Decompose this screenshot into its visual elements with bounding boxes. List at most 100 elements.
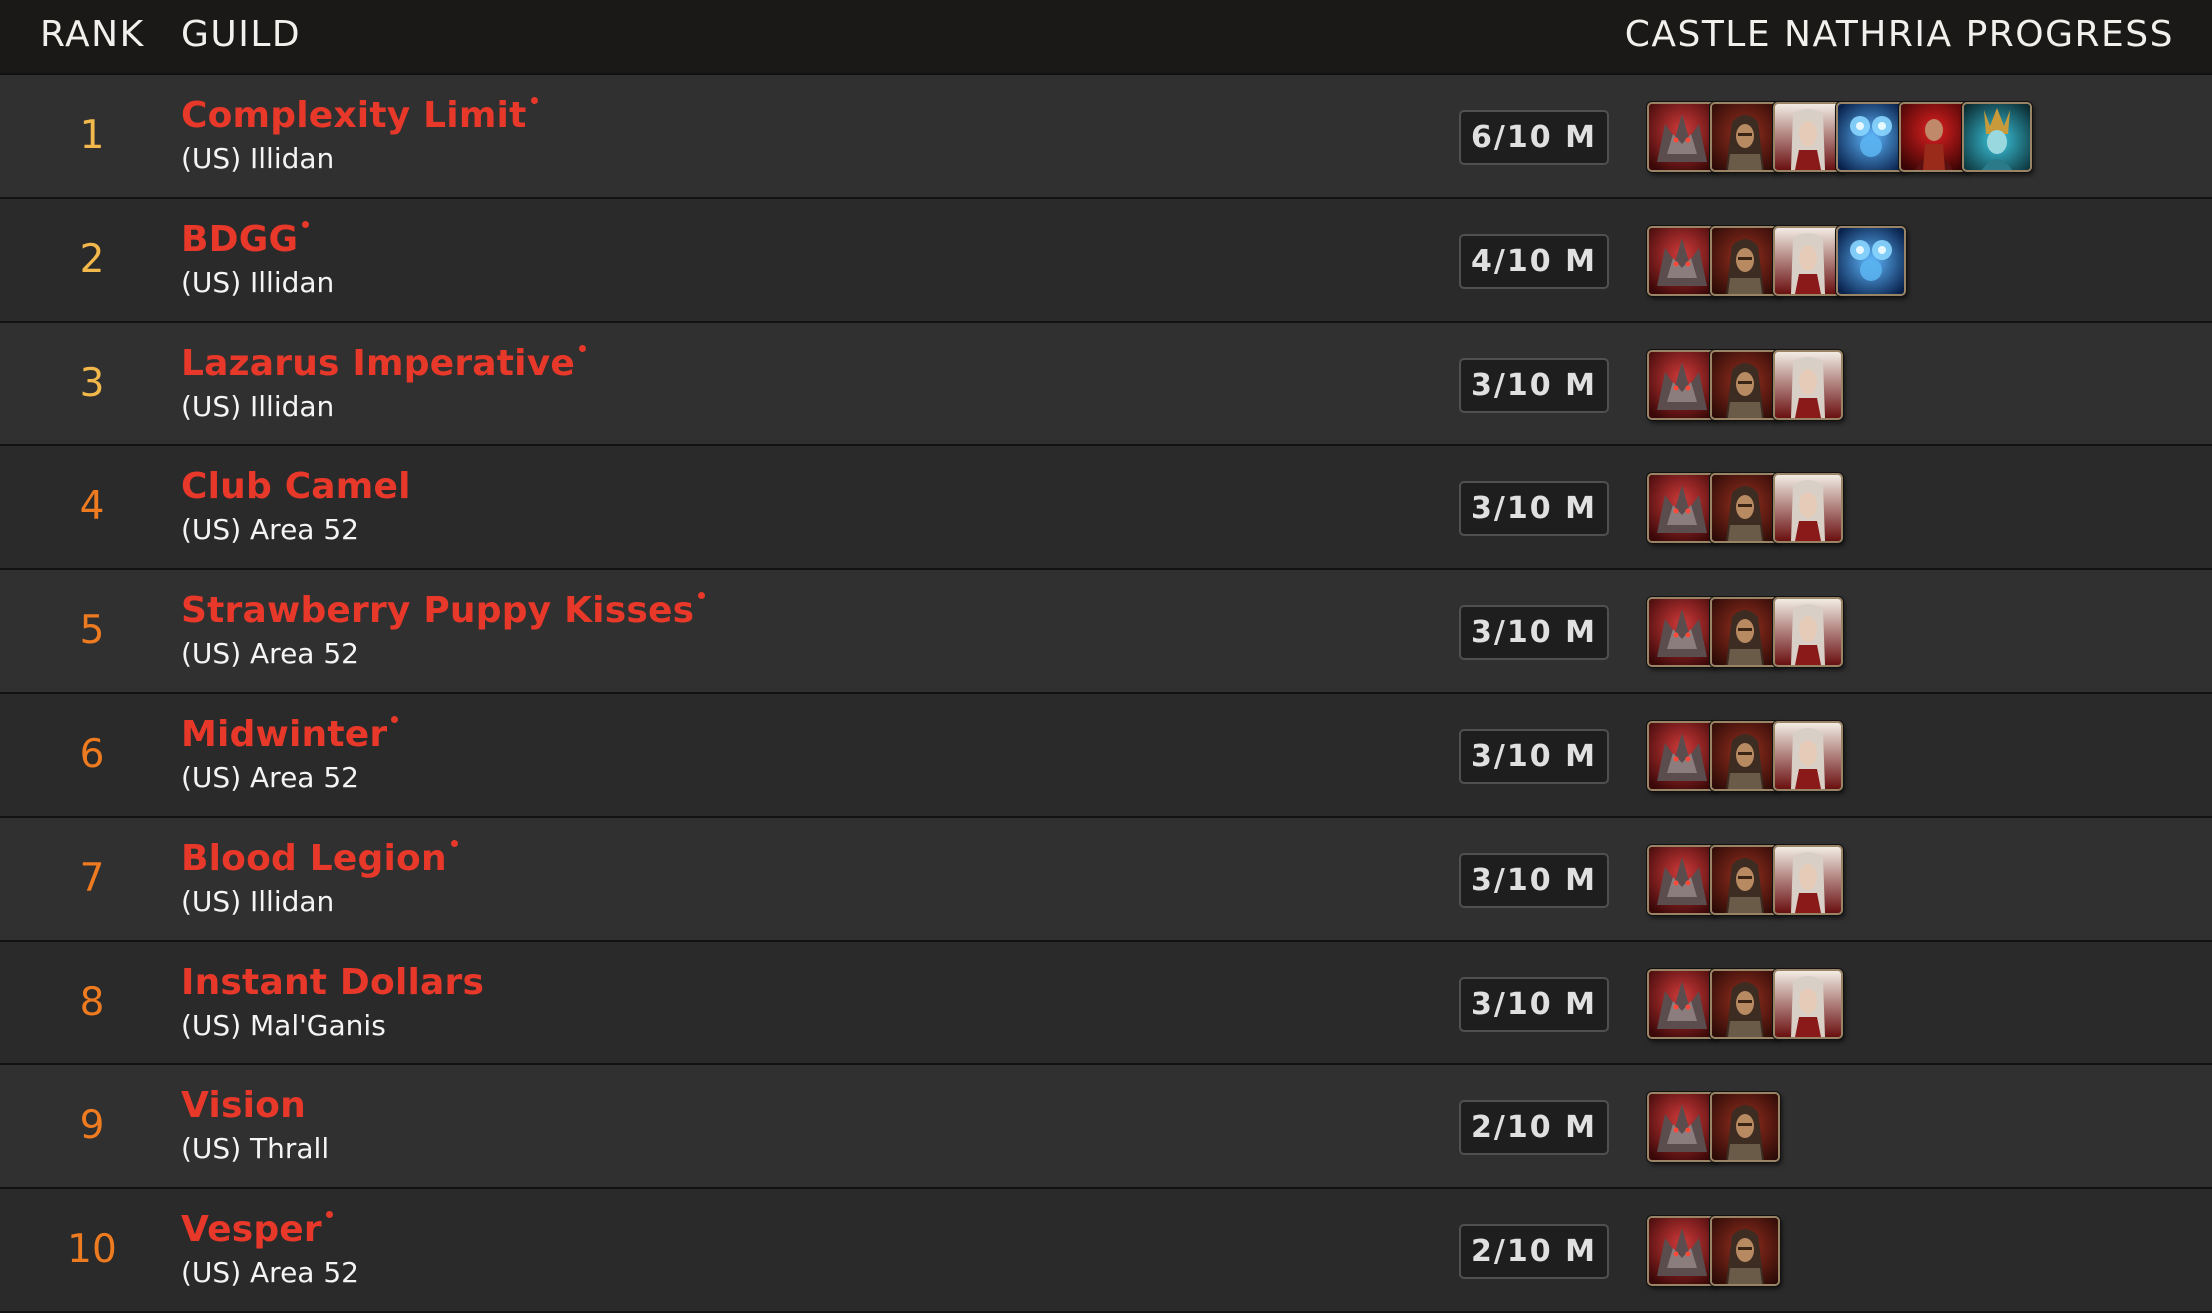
shriekwing-icon[interactable]: [1647, 102, 1717, 172]
shriekwing-icon[interactable]: [1647, 349, 1717, 420]
guild-row[interactable]: 7 Blood Legion (US) Illidan 3/10 M: [0, 817, 2212, 942]
guild-rank: 6: [79, 731, 105, 777]
guild-name-link[interactable]: Blood Legion: [181, 838, 447, 879]
guild-name-link[interactable]: BDGG: [181, 219, 298, 260]
huntsman-altimor-icon[interactable]: [1710, 225, 1780, 296]
progress-badge: 3/10 M: [1459, 728, 1609, 784]
guild-realm: (US) Illidan: [181, 884, 335, 918]
guild-column-header: GUILD: [181, 14, 302, 55]
guild-realm: (US) Area 52: [181, 637, 359, 671]
shriekwing-icon[interactable]: [1647, 844, 1717, 915]
guild-rank: 8: [79, 979, 105, 1025]
guild-realm: (US) Mal'Ganis: [181, 1008, 386, 1042]
sun-kings-salvation-icon[interactable]: [1773, 225, 1843, 296]
guild-realm: (US) Area 52: [181, 760, 359, 794]
guild-name-link[interactable]: Strawberry Puppy Kisses: [181, 590, 694, 631]
guild-marker-icon: [698, 592, 706, 600]
guild-marker-icon: [391, 715, 399, 723]
huntsman-altimor-icon[interactable]: [1710, 349, 1780, 420]
guild-rank: 1: [79, 113, 105, 158]
artificer-xymox-icon[interactable]: [1836, 225, 1906, 296]
guild-row[interactable]: 2 BDGG (US) Illidan 4/10 M: [0, 198, 2212, 323]
sun-kings-salvation-icon[interactable]: [1773, 968, 1843, 1039]
huntsman-altimor-icon[interactable]: [1710, 844, 1780, 915]
progress-badge: 3/10 M: [1459, 357, 1609, 413]
huntsman-altimor-icon[interactable]: [1710, 1216, 1780, 1287]
guild-name-link[interactable]: Complexity Limit: [181, 95, 527, 136]
sun-kings-salvation-icon[interactable]: [1773, 473, 1843, 544]
progress-badge: 3/10 M: [1459, 481, 1609, 537]
guild-name-line: Vision: [181, 1085, 306, 1126]
guild-rank: 7: [79, 855, 105, 901]
guild-name-link[interactable]: Instant Dollars: [181, 962, 484, 1003]
huntsman-altimor-icon[interactable]: [1710, 473, 1780, 544]
guild-row[interactable]: 8 Instant Dollars (US) Mal'Ganis 3/10 M: [0, 941, 2212, 1066]
sun-kings-salvation-icon[interactable]: [1773, 102, 1843, 172]
guild-rank: 10: [67, 1227, 117, 1273]
guild-name-line: Blood Legion: [181, 838, 458, 879]
sun-kings-salvation-icon[interactable]: [1773, 349, 1843, 420]
huntsman-altimor-icon[interactable]: [1710, 1092, 1780, 1163]
guild-name-line: BDGG: [181, 219, 310, 260]
guild-rank: 4: [79, 484, 105, 530]
guild-row[interactable]: 3 Lazarus Imperative (US) Illidan 3/10 M: [0, 322, 2212, 447]
shriekwing-icon[interactable]: [1647, 1092, 1717, 1163]
guild-name-link[interactable]: Midwinter: [181, 714, 387, 755]
rank-column-header: RANK: [40, 14, 145, 55]
guild-name-line: Midwinter: [181, 714, 399, 755]
guild-row[interactable]: 1 Complexity Limit (US) Illidan 6/10 M: [0, 75, 2212, 199]
guild-realm: (US) Illidan: [181, 142, 335, 175]
shriekwing-icon[interactable]: [1647, 1216, 1717, 1287]
guild-marker-icon: [579, 344, 586, 352]
guild-rank: 2: [79, 236, 105, 282]
shriekwing-icon[interactable]: [1647, 473, 1717, 544]
guild-realm: (US) Illidan: [181, 389, 335, 423]
guild-row[interactable]: 6 Midwinter (US) Area 52 3/10 M: [0, 693, 2212, 818]
guild-name-line: Strawberry Puppy Kisses: [181, 590, 706, 631]
shriekwing-icon[interactable]: [1647, 968, 1717, 1039]
guild-rank: 9: [79, 1103, 105, 1149]
huntsman-altimor-icon[interactable]: [1710, 597, 1780, 668]
huntsman-altimor-icon[interactable]: [1710, 968, 1780, 1039]
sun-kings-salvation-icon[interactable]: [1773, 597, 1843, 668]
guild-name-link[interactable]: Club Camel: [181, 466, 411, 507]
guild-name-link[interactable]: Vesper: [181, 1209, 322, 1250]
guild-ranking-board: RANK GUILD CASTLE NATHRIA PROGRESS 1 Comp…: [0, 0, 2212, 1313]
guild-row[interactable]: 10 Vesper (US) Area 52 2/10 M: [0, 1189, 2212, 1313]
guild-name-line: Instant Dollars: [181, 962, 484, 1003]
huntsman-altimor-icon[interactable]: [1710, 720, 1780, 791]
guild-rank: 3: [79, 360, 105, 406]
progress-column-header: CASTLE NATHRIA PROGRESS: [1624, 14, 2174, 55]
guild-marker-icon: [325, 1211, 333, 1219]
artificer-xymox-icon[interactable]: [1836, 102, 1906, 172]
guild-name-line: Vesper: [181, 1209, 333, 1250]
guild-list: 1 Complexity Limit (US) Illidan 6/10 M 2 BDGG…: [0, 75, 2212, 1313]
guild-realm: (US) Thrall: [181, 1132, 330, 1166]
huntsman-altimor-icon[interactable]: [1710, 102, 1780, 172]
shriekwing-icon[interactable]: [1647, 597, 1717, 668]
progress-badge: 3/10 M: [1459, 605, 1609, 661]
guild-realm: (US) Area 52: [181, 1256, 359, 1290]
sun-kings-salvation-icon[interactable]: [1773, 844, 1843, 915]
guild-name-link[interactable]: Lazarus Imperative: [181, 343, 575, 384]
guild-name-link[interactable]: Vision: [181, 1085, 306, 1126]
guild-row[interactable]: 9 Vision (US) Thrall 2/10 M: [0, 1065, 2212, 1190]
sun-kings-salvation-icon[interactable]: [1773, 720, 1843, 791]
progress-badge: 6/10 M: [1459, 110, 1609, 165]
progress-badge: 4/10 M: [1459, 233, 1609, 289]
lady-inerva-darkvein-icon[interactable]: [1962, 102, 2032, 172]
guild-marker-icon: [450, 839, 458, 847]
progress-badge: 3/10 M: [1459, 852, 1609, 908]
shriekwing-icon[interactable]: [1647, 720, 1717, 791]
guild-rank: 5: [79, 608, 105, 654]
guild-row[interactable]: 5 Strawberry Puppy Kisses (US) Area 52 3/10…: [0, 570, 2212, 694]
guild-name-line: Club Camel: [181, 466, 411, 507]
guild-realm: (US) Area 52: [181, 513, 359, 547]
table-header: RANK GUILD CASTLE NATHRIA PROGRESS: [0, 0, 2212, 75]
guild-marker-icon: [302, 220, 310, 228]
shriekwing-icon[interactable]: [1647, 225, 1717, 296]
guild-row[interactable]: 4 Club Camel (US) Area 52 3/10 M: [0, 446, 2212, 571]
hungering-destroyer-icon[interactable]: [1899, 102, 1969, 172]
guild-realm: (US) Illidan: [181, 265, 335, 299]
progress-badge: 2/10 M: [1459, 1224, 1609, 1280]
